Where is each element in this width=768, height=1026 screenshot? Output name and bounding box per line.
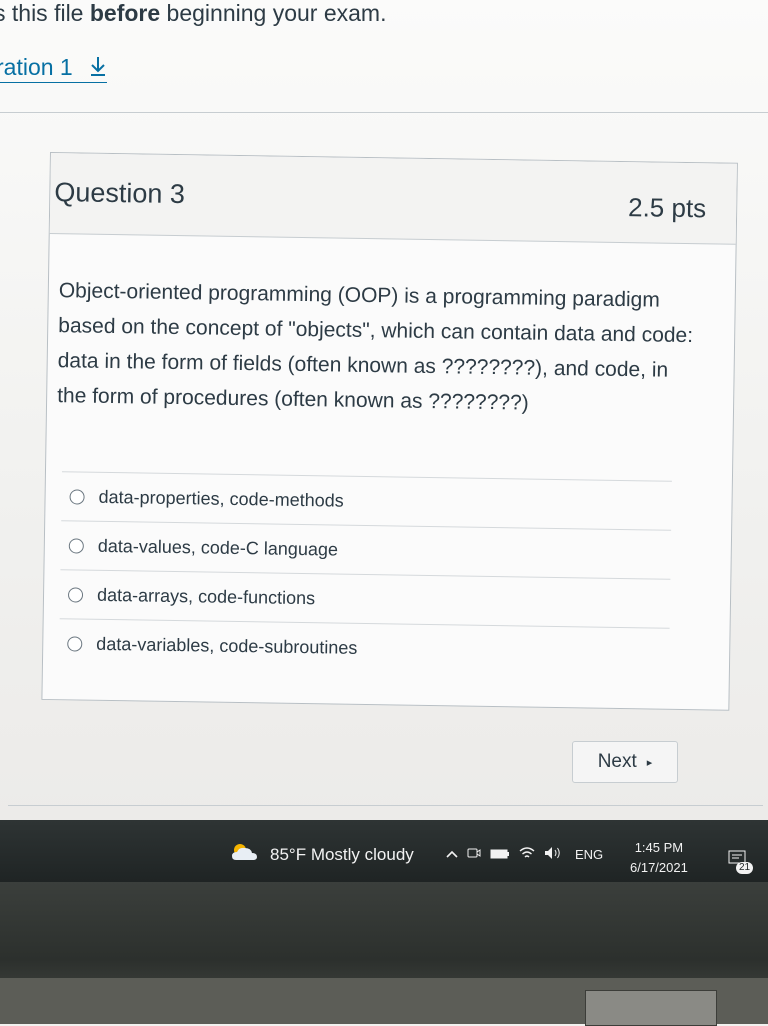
chevron-up-icon[interactable] (446, 847, 458, 862)
notification-icon[interactable]: 21 (728, 850, 754, 874)
divider (0, 112, 768, 113)
next-button-label: Next (597, 751, 637, 772)
question-header: Question 3 2.5 pts (49, 153, 737, 245)
file-link-label: ration 1 (0, 54, 73, 80)
answer-option[interactable]: data-variables, code-subroutines (58, 618, 670, 677)
meet-now-icon[interactable] (467, 846, 481, 863)
caret-right-icon: ▸ (646, 756, 653, 769)
exam-instructions: s this file before beginning your exam. (0, 0, 386, 27)
volume-icon[interactable] (544, 846, 562, 863)
question-points: 2.5 pts (627, 192, 707, 224)
battery-icon[interactable] (490, 847, 510, 862)
browser-viewport: s this file before beginning your exam. … (0, 0, 768, 820)
windows-taskbar: 85°F Mostly cloudy ENG 1:45 PM 6/17/2021… (0, 820, 768, 882)
weather-cloud-icon (230, 843, 258, 866)
clock-date: 6/17/2021 (630, 860, 688, 875)
wifi-icon[interactable] (519, 846, 535, 863)
weather-widget[interactable]: 85°F Mostly cloudy (230, 843, 414, 866)
instructions-bold: before (89, 0, 161, 26)
weather-text: 85°F Mostly cloudy (270, 844, 414, 864)
question-title: Question 3 (54, 177, 186, 210)
answer-list: data-properties, code-methods data-value… (58, 471, 672, 677)
answer-label[interactable]: data-variables, code-subroutines (96, 633, 357, 658)
question-card: Question 3 2.5 pts Object-oriented progr… (41, 152, 738, 711)
instructions-text-end: beginning your exam. (160, 0, 387, 26)
system-tray: ENG (446, 846, 603, 863)
radio-button[interactable] (68, 537, 84, 554)
question-text: Object-oriented programming (OOP) is a p… (56, 279, 694, 415)
instructions-text: s this file (0, 0, 90, 26)
download-icon[interactable] (89, 55, 107, 82)
answer-label[interactable]: data-arrays, code-functions (97, 584, 315, 608)
clock-time: 1:45 PM (634, 840, 684, 855)
radio-button[interactable] (67, 586, 84, 603)
next-button[interactable]: Next ▸ (572, 741, 678, 783)
answer-label[interactable]: data-properties, code-methods (98, 486, 343, 511)
input-language[interactable]: ENG (575, 847, 603, 862)
answer-label[interactable]: data-values, code-C language (98, 535, 338, 560)
notification-count: 21 (736, 862, 754, 874)
radio-button[interactable] (67, 635, 83, 652)
system-clock[interactable]: 1:45 PM 6/17/2021 (630, 838, 688, 878)
radio-button[interactable] (69, 488, 85, 505)
laptop-hinge (585, 990, 717, 1026)
divider (8, 805, 763, 806)
file-download-link[interactable]: ration 1 (0, 54, 108, 84)
